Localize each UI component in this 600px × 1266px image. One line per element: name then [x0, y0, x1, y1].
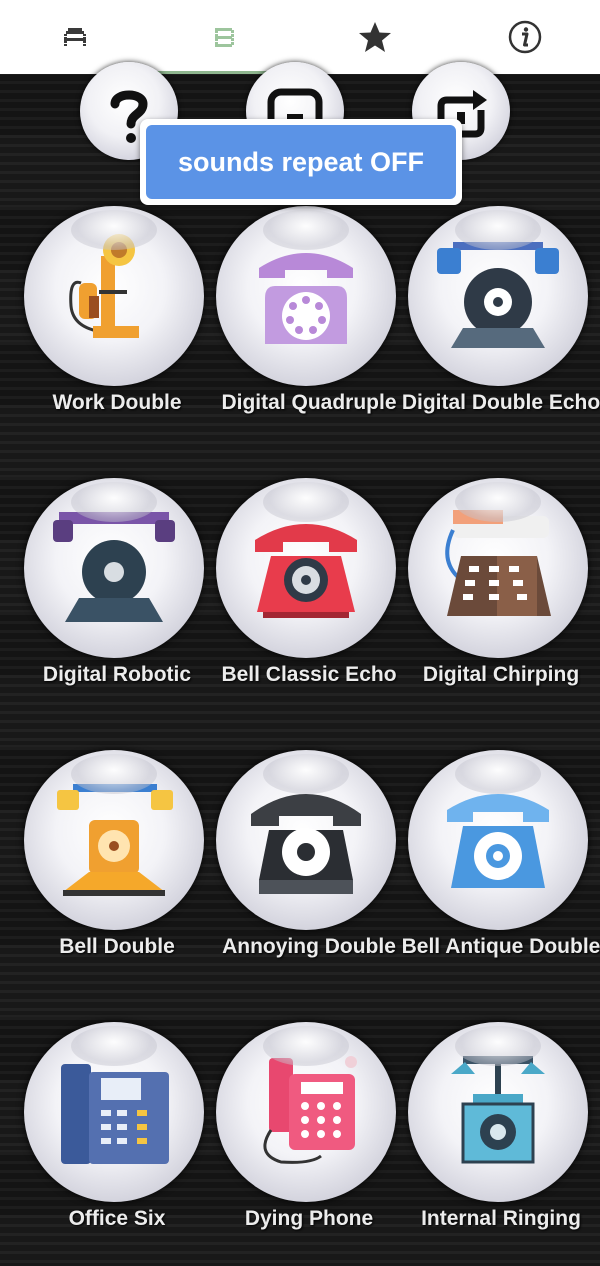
sound-button-dying-phone[interactable]: Dying Phone: [204, 1022, 396, 1266]
sound-button-annoying-double[interactable]: Annoying Double: [204, 750, 396, 1000]
sound-button-bell-classic-echo[interactable]: Bell Classic Echo: [204, 478, 397, 728]
sound-button-digital-double-echo[interactable]: Digital Double Echo: [396, 206, 600, 456]
sound-button-office-six[interactable]: Office Six: [12, 1022, 204, 1266]
sound-label: Bell Antique Double: [401, 935, 600, 958]
sound-orb[interactable]: [24, 1022, 204, 1202]
sound-button-bell-antique-double[interactable]: Bell Antique Double: [396, 750, 600, 1000]
blue-vintage-phone-icon: [437, 242, 559, 348]
sound-label: Digital Chirping: [422, 663, 580, 686]
sound-label: Bell Double: [59, 935, 175, 958]
keypad-desk-phone-icon: [445, 510, 551, 616]
star-icon: [359, 22, 391, 52]
status-toast: sounds repeat OFF: [140, 119, 462, 205]
sound-orb[interactable]: [408, 206, 588, 386]
sound-orb[interactable]: [24, 750, 204, 930]
sound-label: Dying Phone: [244, 1207, 374, 1230]
orange-antique-phone-icon: [57, 784, 173, 896]
info-icon: [508, 20, 542, 54]
black-rotary-phone-icon: [251, 794, 361, 894]
sound-label: Annoying Double: [222, 935, 396, 958]
sound-label: Internal Ringing: [421, 1207, 581, 1230]
tab-b[interactable]: [150, 0, 300, 74]
sound-label: Work Double: [52, 391, 182, 414]
sound-button-internal-ringing[interactable]: Internal Ringing: [396, 1022, 588, 1266]
sound-button-bell-double[interactable]: Bell Double: [12, 750, 204, 1000]
sound-orb[interactable]: [216, 750, 396, 930]
sound-orb[interactable]: [24, 478, 204, 658]
pink-keypad-phone-icon: [263, 1056, 357, 1164]
letter-a-icon: [64, 28, 86, 46]
sound-button-digital-chirping[interactable]: Digital Chirping: [396, 478, 588, 728]
sound-button-work-double[interactable]: Work Double: [12, 206, 204, 456]
tab-favorites[interactable]: [300, 0, 450, 74]
sound-orb[interactable]: [216, 206, 396, 386]
sound-label: Digital Quadruple: [221, 391, 397, 414]
sound-orb[interactable]: [24, 206, 204, 386]
letter-b-icon: [214, 28, 236, 47]
dark-vintage-phone-icon: [53, 512, 175, 622]
sound-orb[interactable]: [408, 750, 588, 930]
sound-orb[interactable]: [408, 1022, 588, 1202]
light-blue-rotary-phone-icon: [447, 794, 549, 888]
sound-button-digital-robotic[interactable]: Digital Robotic: [12, 478, 204, 728]
toast-message: sounds repeat OFF: [146, 125, 456, 199]
sound-button-digital-quadruple[interactable]: Digital Quadruple: [204, 206, 397, 456]
candlestick-phone-icon: [69, 234, 139, 338]
sound-label: Bell Classic Echo: [221, 663, 397, 686]
sound-orb[interactable]: [408, 478, 588, 658]
wall-rotary-phone-icon: [451, 1056, 545, 1164]
sound-orb[interactable]: [216, 478, 396, 658]
sound-label: Digital Double Echo: [401, 391, 600, 414]
sound-orb[interactable]: [216, 1022, 396, 1202]
red-rotary-phone-icon: [255, 524, 357, 618]
sound-label: Office Six: [68, 1207, 166, 1230]
purple-rotary-phone-icon: [259, 253, 353, 344]
sound-label: Digital Robotic: [42, 663, 192, 686]
office-phone-icon: [61, 1064, 169, 1164]
